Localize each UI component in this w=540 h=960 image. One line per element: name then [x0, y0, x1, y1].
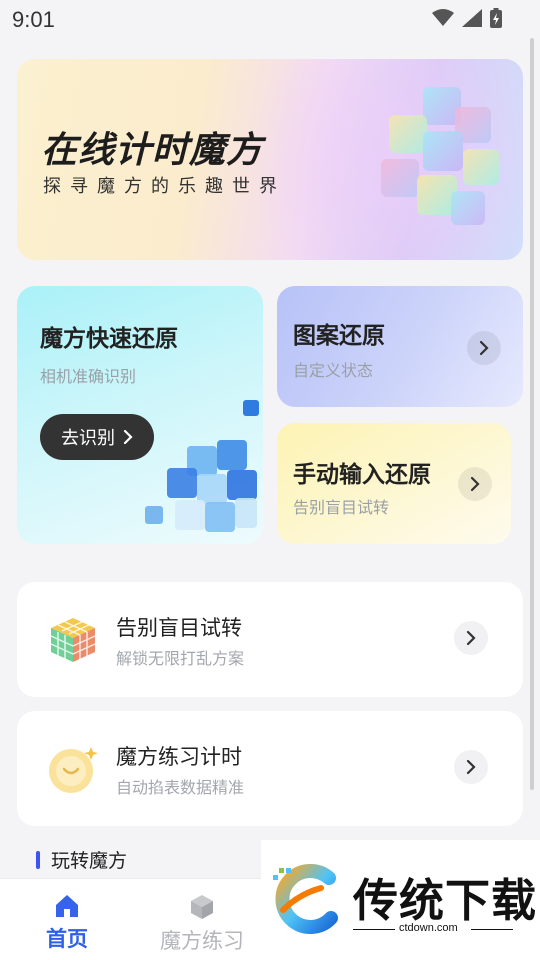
- watermark-brand: 传统下载: [353, 874, 538, 927]
- watermark-domain: ctdown.com: [399, 922, 458, 934]
- manual-input-card[interactable]: 手动输入还原 告别盲目试转: [277, 423, 511, 544]
- nav-tab-home[interactable]: 首页: [12, 893, 122, 953]
- watermark-c-logo-icon: [273, 864, 338, 934]
- list-item-timer[interactable]: 魔方练习计时 自动掐表数据精准: [17, 711, 523, 826]
- pattern-card-title: 图案还原: [293, 323, 385, 349]
- go-scan-label: 去识别: [61, 428, 115, 449]
- nav-practice-label: 魔方练习: [160, 929, 244, 953]
- manual-card-subtitle: 告别盲目试转: [293, 498, 390, 517]
- chevron-right-icon: [470, 476, 480, 492]
- scan-card-subtitle: 相机准确识别: [40, 367, 137, 386]
- list-item-subtitle: 自动掐表数据精准: [116, 778, 245, 797]
- manual-card-title: 手动输入还原: [293, 462, 431, 488]
- hero-banner[interactable]: 在线计时魔方 探寻魔方的乐趣世界: [17, 59, 523, 260]
- watermark-line-left: [353, 929, 395, 930]
- section-header: 玩转魔方: [36, 846, 127, 873]
- hero-subtitle: 探寻魔方的乐趣世界: [43, 176, 286, 197]
- pattern-card-arrow-button[interactable]: [467, 331, 501, 365]
- chevron-right-icon: [466, 630, 476, 646]
- list-item-arrow-button[interactable]: [454, 750, 488, 784]
- chevron-right-icon: [479, 340, 489, 356]
- wifi-icon: [432, 9, 454, 26]
- watermark-logo: 传统下载 ctdown.com: [261, 840, 540, 960]
- pattern-restore-card[interactable]: 图案还原 自定义状态: [277, 286, 523, 407]
- status-time: 9:01: [12, 7, 55, 32]
- rubiks-cube-icon: [50, 618, 96, 662]
- section-title: 玩转魔方: [51, 850, 128, 872]
- home-icon: [56, 895, 78, 917]
- nav-home-label: 首页: [46, 927, 88, 951]
- hero-title: 在线计时魔方: [41, 130, 264, 171]
- battery-icon: [490, 8, 502, 28]
- status-bar: 9:01: [0, 0, 540, 40]
- section-accent-bar: [36, 850, 40, 869]
- chevron-right-icon: [123, 429, 133, 445]
- list-item-scramble[interactable]: 告别盲目试转 解锁无限打乱方案: [17, 582, 523, 697]
- scan-restore-card[interactable]: 魔方快速还原 相机准确识别 去识别: [17, 286, 263, 544]
- list-item-subtitle: 解锁无限打乱方案: [116, 649, 245, 668]
- cube-icon: [191, 895, 213, 919]
- scrollbar[interactable]: [530, 38, 534, 790]
- pattern-card-subtitle: 自定义状态: [293, 361, 374, 380]
- glass-cubes-illustration: [381, 87, 499, 225]
- status-icons: [432, 8, 502, 28]
- chevron-right-icon: [466, 759, 476, 775]
- clock-icon: [49, 747, 98, 793]
- list-item-arrow-button[interactable]: [454, 621, 488, 655]
- manual-card-arrow-button[interactable]: [458, 467, 492, 501]
- list-item-title: 魔方练习计时: [116, 745, 242, 769]
- go-scan-button[interactable]: 去识别: [40, 414, 154, 460]
- watermark-line-right: [471, 929, 513, 930]
- scan-card-title: 魔方快速还原: [40, 326, 178, 352]
- nav-tab-practice[interactable]: 魔方练习: [147, 893, 257, 955]
- list-item-title: 告别盲目试转: [116, 616, 242, 640]
- signal-icon: [462, 9, 482, 27]
